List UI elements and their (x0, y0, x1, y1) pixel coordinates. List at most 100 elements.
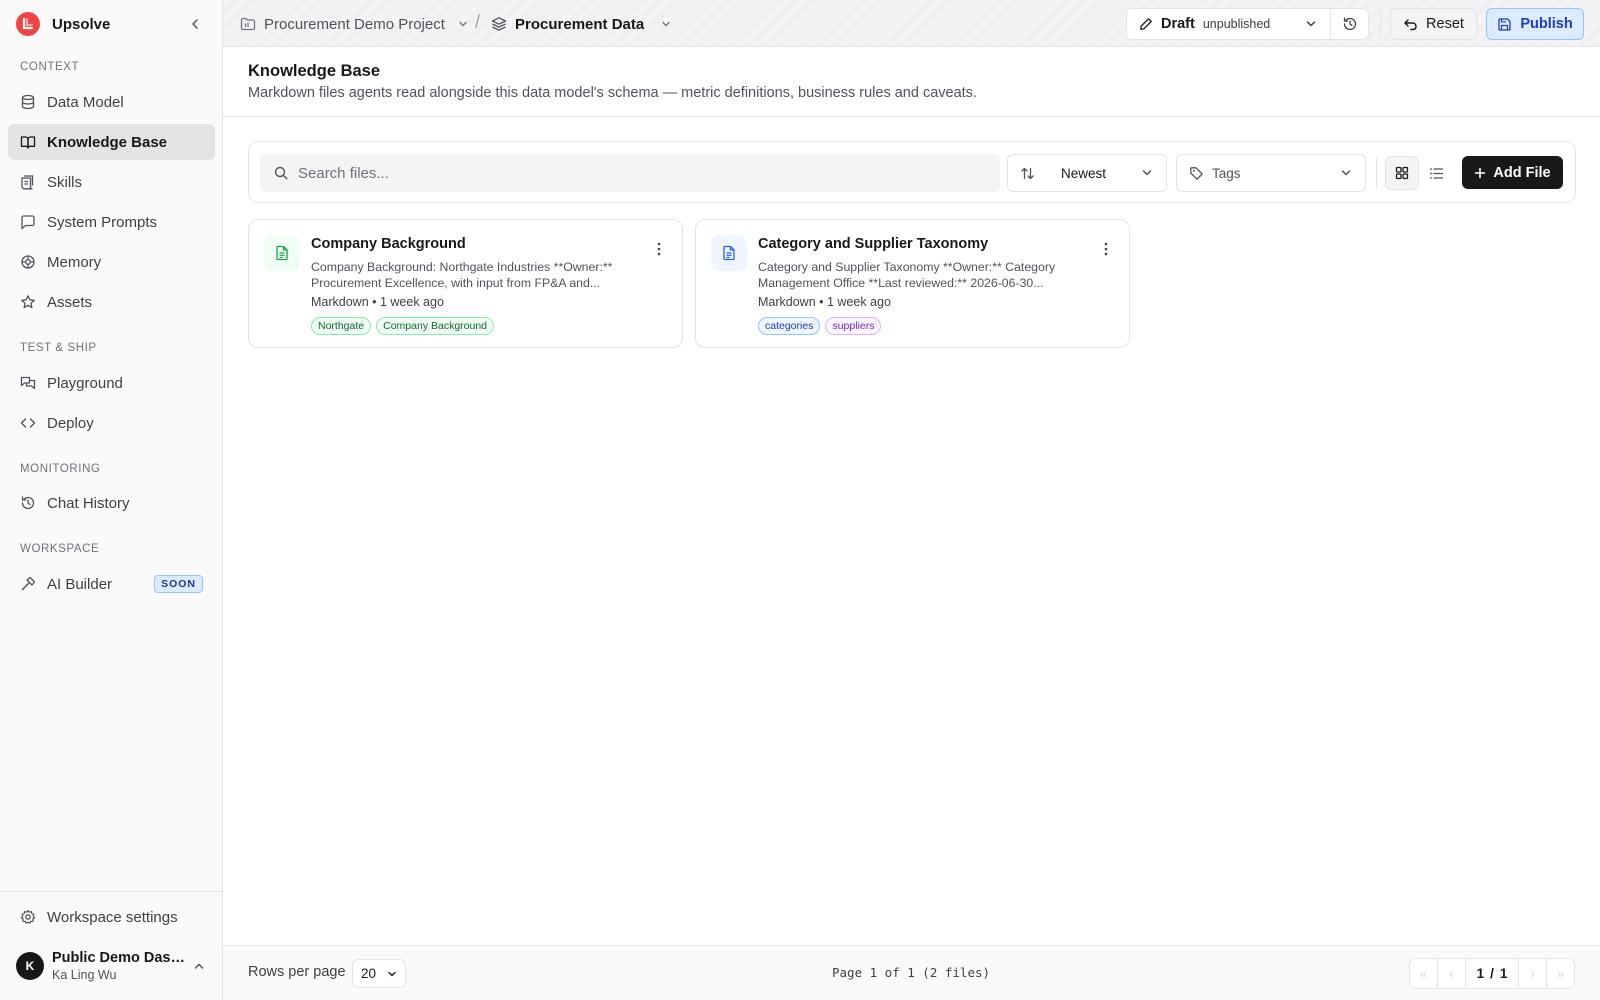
chevron-down-icon (386, 968, 398, 980)
tag-chip[interactable]: Company Background (376, 317, 495, 335)
sidebar-item-label: Chat History (47, 494, 130, 512)
file-meta: Markdown • 1 week ago (758, 295, 891, 309)
sidebar-item-system-prompts[interactable]: System Prompts (8, 204, 215, 240)
draft-label: Draft (1161, 16, 1195, 32)
more-options-button[interactable] (1095, 238, 1117, 260)
list-view-toggle[interactable] (1419, 156, 1453, 190)
file-excerpt: Category and Supplier Taxonomy **Owner:*… (758, 260, 1056, 290)
sidebar-item-deploy[interactable]: Deploy (8, 405, 215, 441)
pagination-footer: Rows per page 20 Page 1 of 1 (2 files) «… (223, 945, 1600, 1000)
search-input[interactable] (298, 164, 958, 182)
total-pages: 1 (1499, 966, 1508, 981)
user-menu[interactable]: K Public Demo Dashboard Ka Ling Wu (16, 948, 210, 984)
breadcrumb-project[interactable]: Procurement Demo Project (240, 12, 469, 36)
model-name: Procurement Data (515, 15, 645, 33)
sidebar-item-label: Deploy (47, 414, 94, 432)
chevron-down-icon (1304, 17, 1318, 31)
message-square-icon (20, 214, 36, 230)
sidebar: Upsolve CONTEXT Data Model Knowledge Bas… (0, 0, 223, 1000)
rows-per-page-select[interactable]: 20 (352, 959, 406, 988)
sidebar-item-assets[interactable]: Assets (8, 284, 215, 320)
workspace-settings-label: Workspace settings (47, 908, 178, 926)
file-tags: Northgate Company Background (311, 317, 495, 335)
page-indicator: 1 / 1 (1466, 959, 1518, 988)
file-meta: Markdown • 1 week ago (311, 295, 444, 309)
chevron-down-icon (660, 18, 672, 30)
chevron-up-icon (192, 959, 206, 973)
sidebar-item-label: AI Builder (47, 575, 113, 593)
sidebar-item-chat-history[interactable]: Chat History (8, 485, 215, 521)
tags-placeholder: Tags (1212, 165, 1241, 181)
collapse-sidebar-button[interactable] (184, 13, 206, 35)
avatar: K (16, 952, 44, 980)
soon-badge: SOON (154, 575, 203, 593)
first-page-button[interactable]: « (1410, 959, 1438, 988)
plus-icon (1474, 167, 1486, 179)
tags-filter-select[interactable]: Tags (1176, 154, 1366, 192)
add-file-button[interactable]: Add File (1462, 156, 1563, 189)
file-card[interactable]: Company Background Company Background: N… (248, 219, 683, 348)
app-name: Upsolve (52, 15, 111, 33)
brand[interactable]: Upsolve (16, 11, 207, 37)
user-name: Public Demo Dashboard (52, 950, 186, 966)
sidebar-item-label: Playground (47, 374, 123, 392)
sidebar-item-data-model[interactable]: Data Model (8, 84, 215, 120)
database-icon (20, 94, 36, 110)
file-title: Company Background (311, 236, 466, 252)
list-icon (1429, 166, 1444, 181)
undo-icon (1403, 17, 1418, 32)
tag-chip[interactable]: categories (758, 317, 821, 335)
breadcrumb-model[interactable]: Procurement Data (491, 12, 672, 36)
topbar: Procurement Demo Project / Procurement D… (223, 0, 1600, 47)
chevrons-right-icon: » (1556, 966, 1565, 981)
sidebar-item-memory[interactable]: Memory (8, 244, 215, 280)
chevron-down-icon (1339, 166, 1353, 180)
chevron-right-icon: › (1530, 966, 1535, 981)
publish-button[interactable]: Publish (1486, 8, 1584, 40)
user-subtitle: Ka Ling Wu (52, 968, 117, 982)
page-header: Knowledge Base Markdown files agents rea… (223, 47, 1600, 117)
files-toolbar: Newest Tags Add File (248, 141, 1576, 203)
search-box (260, 154, 1000, 192)
publish-label: Publish (1520, 16, 1573, 32)
chevron-down-icon (457, 18, 469, 30)
last-page-button[interactable]: » (1546, 959, 1574, 988)
code-icon (20, 415, 36, 431)
file-tags: categories suppliers (758, 317, 882, 335)
sort-select[interactable]: Newest (1007, 154, 1167, 192)
section-label-context: CONTEXT (20, 61, 80, 73)
tag-chip[interactable]: suppliers (825, 317, 882, 335)
workspace-settings-button[interactable]: Workspace settings (8, 899, 215, 935)
next-page-button[interactable]: › (1518, 959, 1546, 988)
sidebar-item-knowledge-base[interactable]: Knowledge Base (8, 124, 215, 160)
user-info: Public Demo Dashboard Ka Ling Wu (52, 950, 186, 982)
tag-chip[interactable]: Northgate (311, 317, 372, 335)
divider (1376, 158, 1377, 188)
section-label-monitoring: MONITORING (20, 463, 101, 475)
file-title: Category and Supplier Taxonomy (758, 236, 989, 252)
sidebar-item-label: Memory (47, 253, 102, 271)
breadcrumb-separator: / (475, 12, 481, 32)
reset-label: Reset (1426, 16, 1464, 32)
draft-version-control: Draft unpublished (1126, 8, 1369, 40)
version-history-button[interactable] (1331, 9, 1368, 39)
book-open-icon (20, 134, 36, 150)
tag-icon (1189, 166, 1204, 181)
sidebar-item-ai-builder[interactable]: AI Builder SOON (8, 566, 215, 602)
sidebar-item-skills[interactable]: Skills (8, 164, 215, 200)
sidebar-item-label: Data Model (47, 93, 124, 111)
draft-selector[interactable]: Draft unpublished (1127, 9, 1332, 39)
file-card[interactable]: Category and Supplier Taxonomy Category … (695, 219, 1130, 348)
page-info: Page 1 of 1 (2 files) (832, 965, 991, 980)
grid-view-toggle[interactable] (1385, 156, 1419, 190)
file-text-icon (711, 235, 747, 271)
sidebar-item-playground[interactable]: Playground (8, 365, 215, 401)
prev-page-button[interactable]: ‹ (1438, 959, 1466, 988)
section-label-workspace: WORKSPACE (20, 543, 100, 555)
sidebar-item-label: System Prompts (47, 213, 158, 231)
messages-icon (20, 375, 36, 391)
history-icon (1342, 16, 1358, 32)
current-page: 1 (1476, 966, 1485, 981)
more-options-button[interactable] (648, 238, 670, 260)
reset-button[interactable]: Reset (1390, 8, 1477, 40)
